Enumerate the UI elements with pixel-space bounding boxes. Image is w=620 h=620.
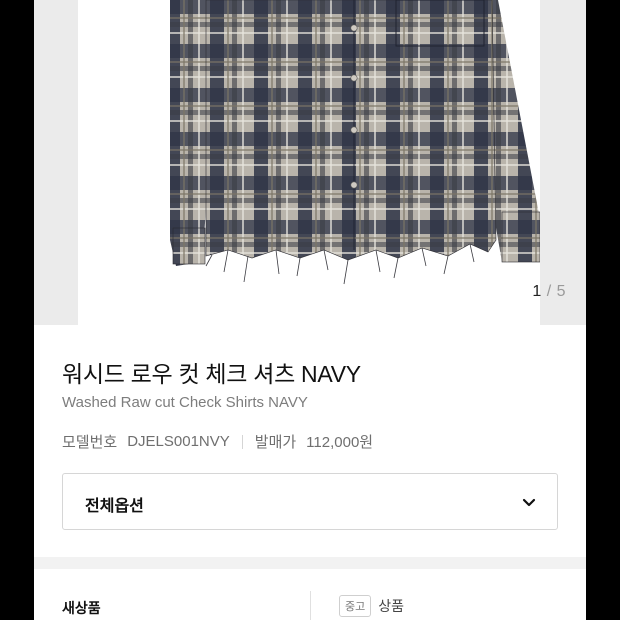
used-product-tab[interactable]: 중고 상품	[339, 595, 404, 617]
image-gallery[interactable]: 1 / 5	[34, 0, 586, 325]
model-number-label: 모델번호	[62, 434, 118, 451]
used-badge: 중고	[339, 595, 372, 617]
model-number: DJELS001NVY	[127, 433, 230, 450]
option-select-label: 전체옵션	[85, 498, 144, 515]
option-select[interactable]: 전체옵션	[62, 473, 558, 530]
current-page: 1	[532, 283, 542, 300]
product-info: 워시드 로우 컷 체크 셔츠 NAVY Washed Raw cut Check…	[34, 325, 586, 557]
release-price-label: 발매가	[254, 434, 297, 451]
meta-divider	[241, 434, 243, 449]
used-product-label: 상품	[378, 598, 405, 614]
release-price: 112,000원	[306, 434, 374, 451]
condition-row: 새상품 중고 상품	[34, 569, 586, 620]
product-screen: 1 / 5 워시드 로우 컷 체크 셔츠 NAVY Washed Raw cut…	[34, 0, 586, 620]
product-title: 워시드 로우 컷 체크 셔츠 NAVY	[62, 361, 361, 387]
shirt-image	[170, 0, 540, 285]
total-pages: 5	[556, 283, 566, 300]
product-subtitle: Washed Raw cut Check Shirts NAVY	[62, 394, 308, 411]
section-divider	[34, 557, 586, 569]
chevron-down-icon	[522, 498, 536, 507]
product-meta: 모델번호 DJELS001NVY 발매가 112,000원	[62, 431, 373, 452]
image-page-indicator: 1 / 5	[532, 283, 566, 301]
new-product-tab[interactable]: 새상품	[62, 598, 101, 618]
page-separator: /	[541, 283, 557, 300]
product-image[interactable]	[78, 0, 540, 325]
condition-divider	[310, 591, 311, 620]
